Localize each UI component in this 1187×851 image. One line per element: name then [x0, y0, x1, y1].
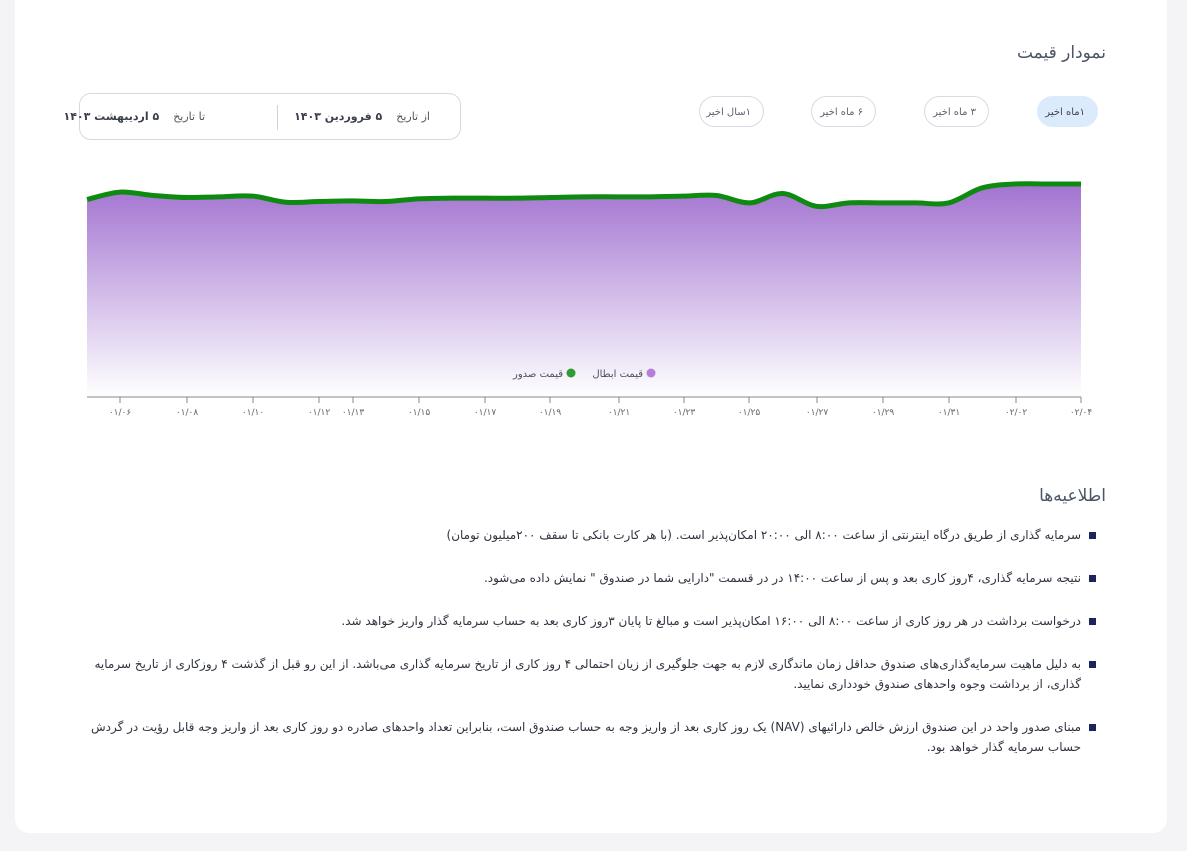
x-tick-label: ۰۱/۱۳	[342, 408, 365, 418]
x-tick-label: ۰۱/۳۱	[938, 408, 960, 418]
x-tick-label: ۰۱/۰۸	[176, 408, 199, 418]
notice-text: مبنای صدور واحد در این صندوق ارزش خالص د…	[90, 720, 1081, 754]
from-date-value: ۵ فروردین ۱۴۰۳	[294, 110, 383, 123]
notices-title: اطلاعیه‌ها	[1039, 486, 1106, 506]
legend-marker	[566, 368, 576, 378]
legend-label[interactable]: قیمت صدور	[512, 369, 563, 380]
x-tick-label: ۰۲/۰۴	[1070, 408, 1093, 418]
notice-item: به دلیل ماهیت سرمایه‌گذاری‌های صندوق حدا…	[69, 654, 1096, 694]
x-tick-label: ۰۱/۱۰	[242, 408, 264, 418]
date-range-divider	[277, 105, 278, 130]
x-tick-label: ۰۱/۱۹	[539, 408, 562, 418]
price-area-chart: ۰۱/۰۶ ۰۱/۰۸ ۰۱/۱۰ ۰۱/۱۲ ۰۱/۱۳ ۰۱/۱۵ ۰۱/۱۷ ۰۱/۱۹…	[86, 181, 1093, 418]
to-date-label: تا تاریخ	[173, 110, 205, 123]
notice-text: به دلیل ماهیت سرمایه‌گذاری‌های صندوق حدا…	[94, 657, 1081, 691]
to-date[interactable]: تا تاریخ ۵ اردیبهشت ۱۴۰۳	[63, 94, 205, 139]
x-tick-label: ۰۱/۱۵	[408, 408, 431, 418]
from-date-label: از تاریخ	[396, 110, 430, 123]
price-chart-title: نمودار قیمت	[1016, 43, 1106, 63]
notice-item: درخواست برداشت در هر روز کاری از ساعت ۸:…	[69, 611, 1096, 631]
bullet-icon	[1089, 661, 1096, 668]
x-tick-label: ۰۱/۲۵	[738, 408, 761, 418]
from-date[interactable]: از تاریخ ۵ فروردین ۱۴۰۳	[294, 94, 430, 139]
series-area-redemption	[87, 185, 1081, 397]
notice-text: نتیجه سرمایه گذاری، ۴روز کاری بعد و پس ا…	[483, 571, 1081, 585]
tab-1-month[interactable]: ۱ماه اخیر	[1037, 96, 1098, 127]
x-tick-label: ۰۱/۲۷	[806, 408, 829, 418]
notice-text: درخواست برداشت در هر روز کاری از ساعت ۸:…	[341, 614, 1081, 628]
tab-1-year[interactable]: ۱سال اخیر	[699, 96, 764, 127]
notices-list: سرمایه گذاری از طریق درگاه اینترنتی از س…	[69, 525, 1096, 780]
notice-text: سرمایه گذاری از طریق درگاه اینترنتی از س…	[446, 528, 1081, 542]
x-tick-label: ۰۱/۲۳	[673, 408, 696, 418]
tab-6-months[interactable]: ۶ ماه اخیر	[811, 96, 876, 127]
x-tick-label: ۰۲/۰۲	[1005, 408, 1028, 418]
x-tick-label: ۰۱/۲۱	[608, 408, 630, 418]
bullet-icon	[1089, 724, 1096, 731]
notice-item: نتیجه سرمایه گذاری، ۴روز کاری بعد و پس ا…	[69, 568, 1096, 588]
notice-item: مبنای صدور واحد در این صندوق ارزش خالص د…	[69, 717, 1096, 757]
to-date-value: ۵ اردیبهشت ۱۴۰۳	[63, 110, 160, 123]
bullet-icon	[1089, 532, 1096, 539]
date-range-picker[interactable]: از تاریخ ۵ فروردین ۱۴۰۳ تا تاریخ ۵ اردیبهش…	[63, 93, 461, 140]
x-tick-label: ۰۱/۱۷	[474, 408, 497, 418]
x-tick-label: ۰۱/۱۲	[308, 408, 331, 418]
bullet-icon	[1089, 575, 1096, 582]
legend-marker	[646, 368, 656, 378]
x-tick-label: ۰۱/۲۹	[872, 408, 895, 418]
x-tick-label: ۰۱/۰۶	[109, 408, 132, 418]
bullet-icon	[1089, 618, 1096, 625]
tab-3-months[interactable]: ۳ ماه اخیر	[924, 96, 989, 127]
notice-item: سرمایه گذاری از طریق درگاه اینترنتی از س…	[69, 525, 1096, 545]
legend-label[interactable]: قیمت ابطال	[592, 369, 643, 380]
